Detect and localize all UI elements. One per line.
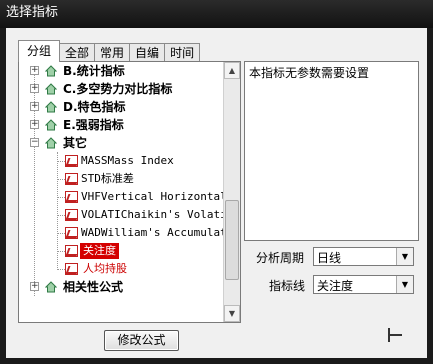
description-text: 本指标无参数需要设置 (249, 66, 370, 80)
indicator-label: VOLATIChaikin's Volatili (81, 208, 224, 221)
indicator-item-vhf[interactable]: VHFVertical Horizontal F (19, 188, 224, 206)
formula-icon (65, 209, 78, 221)
formula-icon (65, 173, 78, 185)
category-name: 特色指标 (77, 100, 126, 114)
indicator-label: VHFVertical Horizontal F (81, 190, 224, 203)
indicator-label: WADWilliam's Accumulati (81, 226, 224, 239)
indicator-item-mass[interactable]: MASSMass Index (19, 152, 224, 170)
category-row-statistics[interactable]: + B.统计指标 (19, 62, 224, 80)
indicator-item-attention[interactable]: 关注度 (19, 242, 224, 260)
formula-icon (65, 245, 78, 257)
category-prefix: D. (63, 100, 78, 114)
expand-toggle[interactable]: + (30, 120, 39, 129)
period-value: 日线 (317, 251, 342, 265)
arrow-up-icon[interactable]: ▲ (224, 62, 240, 79)
tree-connector (57, 269, 65, 270)
indicator-item-std[interactable]: STD标准差 (19, 170, 224, 188)
tab-group[interactable]: 分组 (18, 40, 61, 62)
chevron-down-icon[interactable]: ▼ (396, 276, 413, 293)
tree-connector (57, 197, 65, 198)
tab-bar: 分组 全部 常用 自编 时间 (18, 40, 201, 62)
indicator-line-select[interactable]: 关注度 ▼ (313, 275, 414, 294)
category-row-other[interactable]: − 其它 (19, 134, 224, 152)
formula-icon (65, 191, 78, 203)
category-name: 强弱指标 (75, 118, 124, 132)
indicator-item-volati[interactable]: VOLATIChaikin's Volatili (19, 206, 224, 224)
window-frame-right (427, 28, 433, 364)
tree-connector (57, 215, 65, 216)
house-icon (45, 101, 57, 113)
expand-toggle[interactable]: + (30, 84, 39, 93)
formula-icon (65, 263, 78, 275)
category-row-bull-bear[interactable]: + C.多空势力对比指标 (19, 80, 224, 98)
collapse-toggle[interactable]: − (30, 138, 39, 147)
expand-toggle[interactable]: + (30, 102, 39, 111)
arrow-down-icon[interactable]: ▼ (224, 305, 240, 322)
category-name: 统计指标 (76, 64, 125, 78)
indicator-label-selected: 关注度 (80, 243, 119, 259)
tree-connector (57, 233, 65, 234)
house-icon (45, 65, 57, 77)
window-frame-bottom (0, 358, 433, 364)
period-select[interactable]: 日线 ▼ (313, 247, 414, 266)
category-row-featured[interactable]: + D.特色指标 (19, 98, 224, 116)
period-label: 分析周期 (256, 251, 305, 265)
expand-toggle[interactable]: + (30, 66, 39, 75)
category-label: 其它 (63, 136, 88, 150)
category-label: E.强弱指标 (63, 116, 124, 134)
category-label: B.统计指标 (63, 62, 125, 80)
indicator-label: STD标准差 (81, 172, 134, 185)
chevron-down-icon[interactable]: ▼ (396, 248, 413, 265)
edit-formula-button[interactable]: 修改公式 (104, 330, 179, 351)
indicator-tree[interactable]: + B.统计指标 + C.多空势力对比指标 + D.特色指标 + E.强弱指标 … (18, 61, 241, 323)
scrollbar-thumb[interactable] (225, 200, 239, 280)
indicator-item-wad[interactable]: WADWilliam's Accumulati (19, 224, 224, 242)
indicator-line-value: 关注度 (317, 279, 354, 293)
tab-all[interactable]: 全部 (59, 43, 96, 62)
dialog-client: 分组 全部 常用 自编 时间 + B.统计指标 + C.多空势力对比指标 + D… (6, 28, 427, 358)
tree-connector (57, 179, 65, 180)
tree-scrollbar[interactable]: ▲ ▼ (223, 62, 240, 322)
tree-connector (57, 251, 65, 252)
tab-common[interactable]: 常用 (94, 43, 131, 62)
formula-icon (65, 155, 78, 167)
tab-time[interactable]: 时间 (164, 43, 201, 62)
category-prefix: C. (63, 82, 77, 96)
indicator-label: MASSMass Index (81, 154, 174, 167)
category-prefix: E. (63, 118, 76, 132)
formula-icon (65, 227, 78, 239)
category-row-strength[interactable]: + E.强弱指标 (19, 116, 224, 134)
house-icon (45, 137, 57, 149)
category-label: 相关性公式 (63, 280, 124, 294)
category-label: C.多空势力对比指标 (63, 80, 172, 98)
corner-mark (386, 328, 402, 342)
category-label: D.特色指标 (63, 98, 126, 116)
indicator-label: 人均持股 (83, 262, 127, 275)
tab-custom[interactable]: 自编 (129, 43, 166, 62)
description-panel: 本指标无参数需要设置 (244, 61, 419, 241)
window-title: 选择指标 (0, 0, 433, 28)
category-prefix: B. (63, 64, 77, 78)
house-icon (45, 281, 57, 293)
indicator-line-label: 指标线 (269, 279, 306, 293)
tree-connector (57, 161, 65, 162)
category-row-correlation[interactable]: + 相关性公式 (19, 278, 224, 296)
indicator-item-per-capita[interactable]: 人均持股 (19, 260, 224, 278)
house-icon (45, 83, 57, 95)
expand-toggle[interactable]: + (30, 282, 39, 291)
house-icon (45, 119, 57, 131)
category-name: 多空势力对比指标 (76, 82, 173, 96)
